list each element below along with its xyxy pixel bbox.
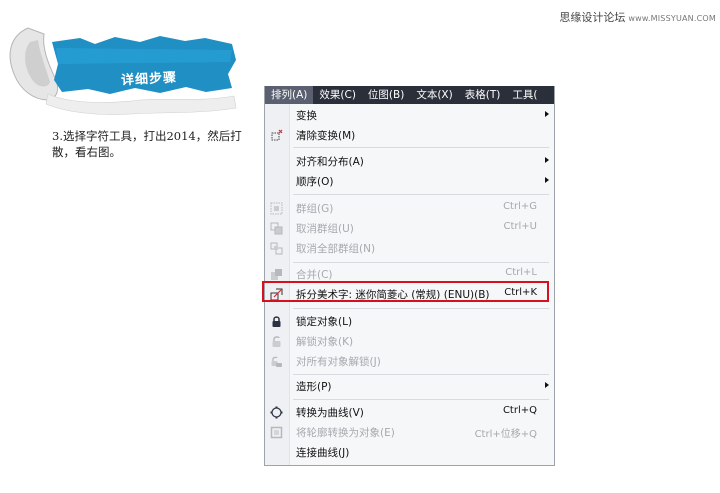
menu-item-label: 群组(G) [296, 203, 334, 215]
outline-to-object-icon [270, 426, 283, 439]
menu-item-clear-transform[interactable]: 清除变换(M) [265, 126, 554, 144]
submenu-arrow-icon [545, 177, 549, 183]
menu-bitmaps[interactable]: 位图(B) [362, 86, 410, 104]
menu-item-unlock-all[interactable]: 对所有对象解锁(J) [265, 352, 554, 370]
watermark: 思缘设计论坛 www.MISSYUAN.COM [559, 9, 716, 25]
ungroup-all-icon [270, 242, 283, 255]
menu-arrange[interactable]: 排列(A) [265, 86, 314, 104]
menu-item-lock-object[interactable]: 锁定对象(L) [265, 312, 554, 330]
menu-item-shaping[interactable]: 造形(P) [265, 377, 554, 395]
banner-title: 详细步骤 [120, 70, 178, 89]
unlock-icon [272, 336, 281, 347]
menu-effects[interactable]: 效果(C) [313, 86, 362, 104]
menu-item-shortcut: Ctrl+L [505, 267, 537, 278]
step-banner: 详细步骤 [0, 18, 250, 123]
menu-item-label: 造形(P) [296, 381, 332, 393]
step-instruction: 3.选择字符工具，打出2014，然后打散，看右图。 [52, 129, 242, 159]
menu-separator [293, 194, 549, 195]
menu-item-shortcut: Ctrl+G [503, 201, 537, 212]
menu-item-align-distribute[interactable]: 对齐和分布(A) [265, 152, 554, 170]
submenu-arrow-icon [545, 382, 549, 388]
menu-item-label: 顺序(O) [296, 176, 334, 188]
group-icon [270, 202, 283, 215]
menu-item-label: 连接曲线(J) [296, 447, 350, 459]
menu-item-label: 解锁对象(K) [296, 336, 354, 348]
menu-separator [293, 374, 549, 375]
combine-icon [271, 269, 282, 280]
menu-separator [293, 399, 549, 400]
menu-tools[interactable]: 工具( [506, 86, 543, 104]
clear-transform-icon [271, 129, 283, 141]
ungroup-icon [270, 222, 283, 235]
menu-window: 排列(A) 效果(C) 位图(B) 文本(X) 表格(T) 工具( 变换 清除变… [264, 86, 555, 466]
menu-item-order[interactable]: 顺序(O) [265, 172, 554, 190]
unlock-all-icon [271, 356, 282, 367]
menu-item-convert-to-curves[interactable]: 转换为曲线(V) Ctrl+Q [265, 403, 554, 421]
menu-item-label: 取消群组(U) [296, 223, 354, 235]
menu-item-label: 锁定对象(L) [296, 316, 353, 328]
menu-table[interactable]: 表格(T) [459, 86, 507, 104]
lock-icon [272, 316, 281, 327]
watermark-site: www.MISSYUAN.COM [628, 14, 716, 23]
menu-item-label: 变换 [296, 110, 317, 122]
menu-item-label: 将轮廓转换为对象(E) [296, 427, 395, 439]
menu-item-label: 取消全部群组(N) [296, 243, 376, 255]
highlight-box [262, 281, 549, 302]
menu-item-shortcut: Ctrl+位移+Q [474, 429, 537, 440]
menu-item-shortcut: Ctrl+Q [502, 405, 537, 416]
menu-item-label: 转换为曲线(V) [296, 407, 364, 419]
menu-separator [293, 147, 549, 148]
menu-item-ungroup-all[interactable]: 取消全部群组(N) [265, 239, 554, 257]
menu-text[interactable]: 文本(X) [410, 86, 458, 104]
menu-separator [293, 262, 549, 263]
menu-item-label: 合并(C) [296, 269, 333, 281]
menu-item-ungroup[interactable]: 取消群组(U) Ctrl+U [265, 219, 554, 237]
submenu-arrow-icon [545, 111, 549, 117]
menu-item-transform[interactable]: 变换 [265, 106, 554, 124]
menu-separator [293, 308, 549, 309]
menu-item-join-curves[interactable]: 连接曲线(J) [265, 443, 554, 461]
menu-item-group[interactable]: 群组(G) Ctrl+G [265, 199, 554, 217]
menu-item-unlock-object[interactable]: 解锁对象(K) [265, 332, 554, 350]
menu-item-label: 清除变换(M) [296, 130, 356, 142]
menu-item-shortcut: Ctrl+U [503, 221, 538, 232]
submenu-arrow-icon [545, 157, 549, 163]
watermark-text: 思缘设计论坛 [559, 11, 626, 24]
menu-item-label: 对齐和分布(A) [296, 156, 364, 168]
menu-item-label: 对所有对象解锁(J) [296, 356, 381, 368]
menu-item-outline-to-object[interactable]: 将轮廓转换为对象(E) Ctrl+位移+Q [265, 423, 554, 441]
menubar: 排列(A) 效果(C) 位图(B) 文本(X) 表格(T) 工具( [265, 86, 554, 104]
convert-to-curves-icon [270, 406, 283, 419]
